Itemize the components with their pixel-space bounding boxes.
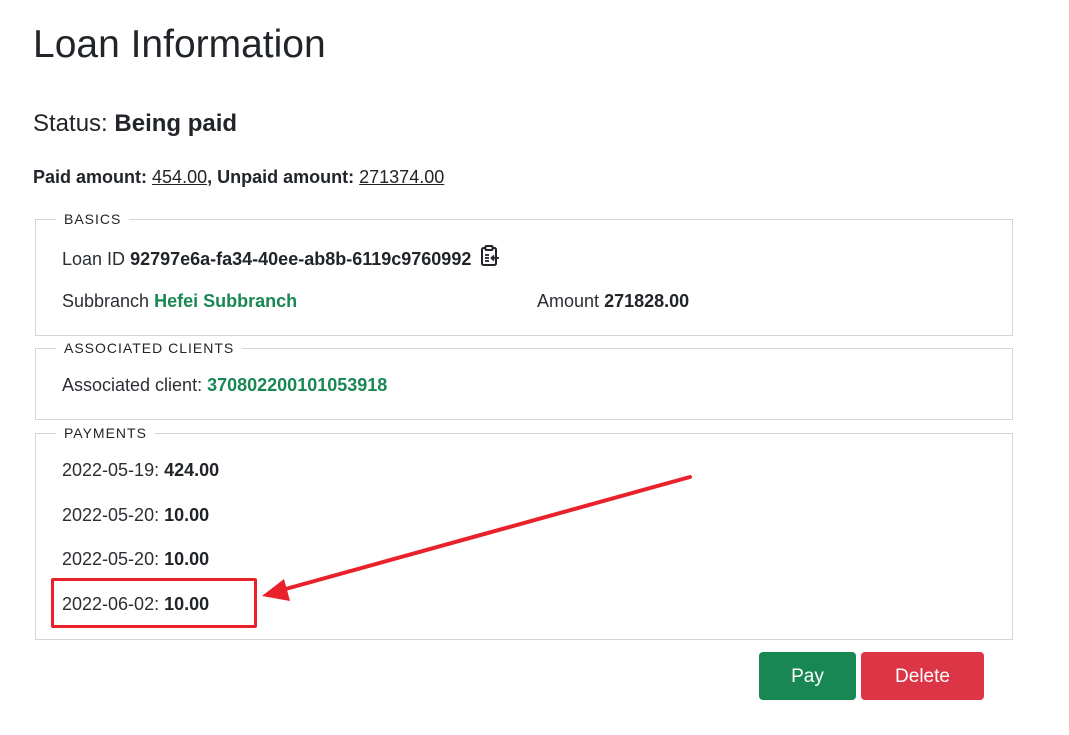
pay-button[interactable]: Pay bbox=[759, 652, 856, 700]
payment-date: 2022-05-20 bbox=[62, 549, 155, 569]
loan-id-value: 92797e6a-fa34-40ee-ab8b-6119c9760992 bbox=[130, 249, 472, 269]
amount-value: 271828.00 bbox=[604, 291, 690, 311]
amount-label: Amount bbox=[537, 291, 600, 311]
associated-client-link[interactable]: 370802200101053918 bbox=[207, 375, 387, 395]
associated-clients-legend: ASSOCIATED CLIENTS bbox=[64, 340, 235, 356]
status-line: Status: Being paid bbox=[33, 110, 237, 138]
subbranch-label: Subbranch bbox=[62, 291, 150, 311]
loan-info-page: Loan Information Status: Being paid Paid… bbox=[0, 0, 1069, 735]
status-label: Status: bbox=[33, 110, 108, 137]
basics-legend: BASICS bbox=[64, 211, 122, 227]
subbranch-row: Subbranch Hefei Subbranch bbox=[62, 290, 297, 312]
clipboard-copy-icon[interactable] bbox=[480, 245, 500, 272]
payment-amount: 10.00 bbox=[164, 505, 210, 525]
amounts-line: Paid amount: 454.00, Unpaid amount: 2713… bbox=[33, 166, 444, 188]
subbranch-link[interactable]: Hefei Subbranch bbox=[154, 291, 297, 311]
basics-section: BASICS bbox=[35, 211, 1013, 336]
payment-amount: 424.00 bbox=[164, 460, 220, 480]
unpaid-amount-label: Unpaid amount: bbox=[217, 167, 355, 187]
loan-id-row: Loan ID 92797e6a-fa34-40ee-ab8b-6119c976… bbox=[62, 245, 500, 272]
associated-client-label: Associated client: bbox=[62, 375, 203, 395]
paid-amount-value[interactable]: 454.00 bbox=[152, 167, 207, 187]
amount-separator: , bbox=[207, 167, 213, 187]
associated-client-row: Associated client: 370802200101053918 bbox=[62, 374, 387, 396]
paid-amount-label: Paid amount: bbox=[33, 167, 148, 187]
payment-date: 2022-05-20 bbox=[62, 505, 155, 525]
unpaid-amount-value[interactable]: 271374.00 bbox=[359, 167, 444, 187]
delete-button[interactable]: Delete bbox=[861, 652, 984, 700]
payment-item: 2022-05-20: 10.00 bbox=[62, 549, 210, 569]
payment-item: 2022-05-20: 10.00 bbox=[62, 505, 210, 525]
amount-row: Amount 271828.00 bbox=[537, 290, 689, 312]
payment-amount: 10.00 bbox=[164, 549, 210, 569]
loan-id-label: Loan ID bbox=[62, 249, 126, 269]
annotation-highlight-box bbox=[51, 578, 257, 628]
payment-item: 2022-05-19: 424.00 bbox=[62, 460, 220, 480]
payment-date: 2022-05-19 bbox=[62, 460, 155, 480]
payments-legend: PAYMENTS bbox=[64, 425, 147, 441]
page-title: Loan Information bbox=[33, 23, 326, 66]
status-value: Being paid bbox=[114, 110, 238, 137]
